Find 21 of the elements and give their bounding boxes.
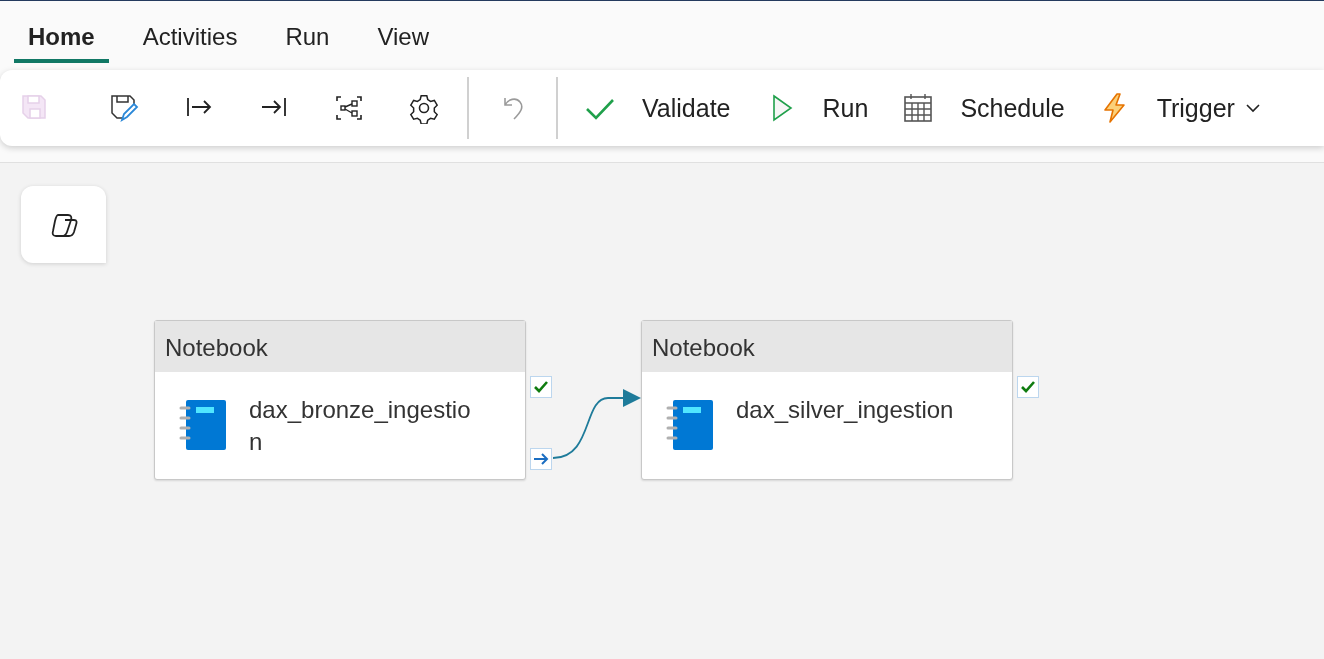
calendar-icon [902, 92, 935, 124]
next-port-icon[interactable] [530, 448, 552, 470]
activity-type: Notebook [155, 321, 525, 372]
toolbar-button[interactable]: Trigger [1084, 82, 1275, 134]
toolbar-button[interactable]: Validate [570, 82, 745, 134]
notebook-icon [179, 398, 227, 452]
tab[interactable]: Activities [128, 1, 252, 63]
toolbar-button[interactable]: Schedule [888, 82, 1079, 134]
activity-name: dax_bronze_ingestion [249, 395, 471, 457]
toolbar-button[interactable]: Run [750, 82, 883, 134]
notebook-icon [666, 398, 714, 452]
success-port-icon[interactable] [1017, 376, 1039, 398]
success-port-icon[interactable] [530, 376, 552, 398]
settings-icon [408, 92, 440, 124]
tab[interactable]: Run [271, 1, 344, 63]
save-edit-icon [108, 92, 140, 124]
activity-name: dax_silver_ingestion [736, 395, 955, 425]
tab[interactable]: View [363, 1, 443, 63]
copilot-button[interactable] [21, 186, 106, 263]
tab[interactable]: Home [14, 1, 109, 63]
activity-type: Notebook [642, 321, 1012, 372]
